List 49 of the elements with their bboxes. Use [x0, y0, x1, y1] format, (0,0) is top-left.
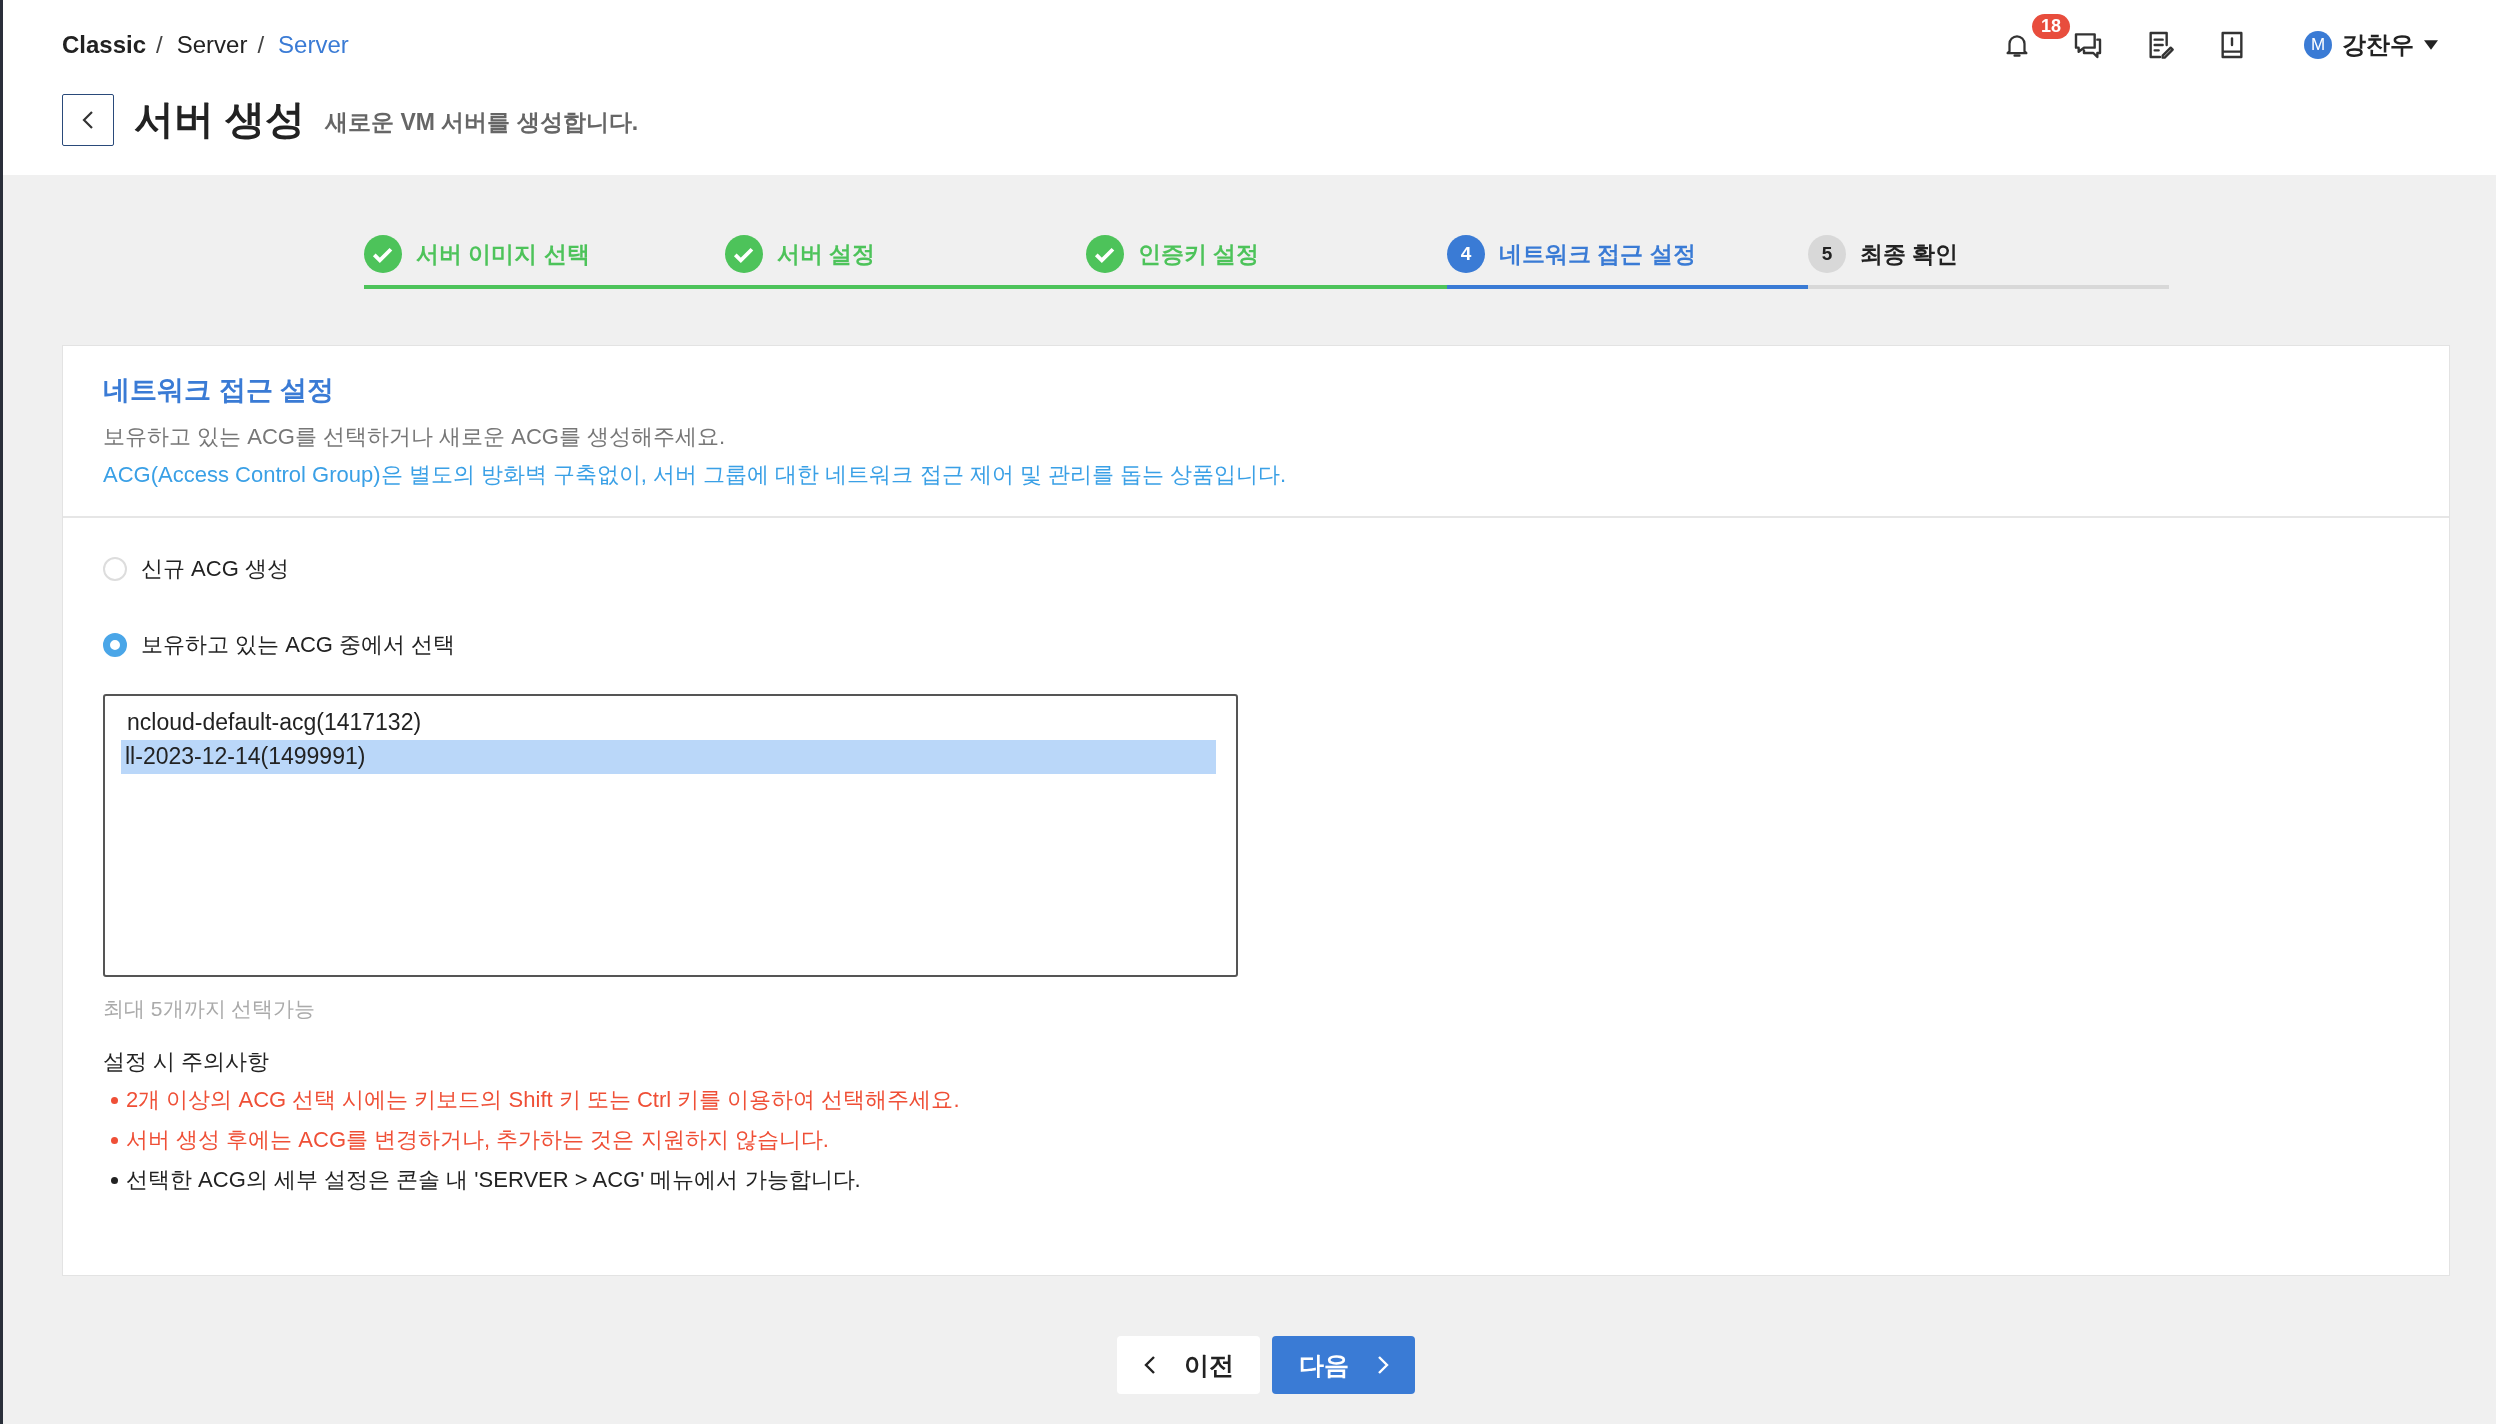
acg-listbox[interactable]: ncloud-default-acg(1417132) ll-2023-12-14(1499991) [103, 694, 1238, 977]
bullet-icon [111, 1176, 118, 1184]
step-label: 서버 이미지 선택 [416, 239, 590, 269]
page-title: 서버 생성 [134, 96, 306, 143]
caution-text: 2개 이상의 ACG 선택 시에는 키보드의 Shift 키 또는 Ctrl 키를 이용하여 선택해주세요. [126, 1086, 960, 1114]
bullet-icon [111, 1096, 118, 1104]
user-menu[interactable]: M 강찬우 [2304, 29, 2438, 61]
next-button[interactable]: 다음 [1272, 1336, 1415, 1394]
breadcrumb-link[interactable]: Classic [62, 31, 147, 59]
section-title: 네트워크 접근 설정 [103, 374, 335, 407]
radio-label: 신규 ACG 생성 [141, 555, 289, 583]
breadcrumb-separator: / [156, 31, 163, 59]
page-subtitle: 새로운 VM 서버를 생성합니다. [325, 108, 639, 137]
radio-label: 보유하고 있는 ACG 중에서 선택 [141, 631, 456, 659]
previous-button[interactable]: 이전 [1117, 1336, 1260, 1394]
check-circle-icon [1086, 235, 1124, 273]
section-info: ACG(Access Control Group)은 별도의 방화벽 구축없이, 서버 그룹에 대한 네트워크 접근 제어 및 관리를 돕는 상품입니다. [103, 461, 1288, 489]
radio-option[interactable]: 보유하고 있는 ACG 중에서 선택 [103, 630, 2409, 660]
step-tab[interactable]: 5 최종 확인 [1808, 227, 2169, 289]
step-number: 4 [1447, 235, 1485, 273]
notification-badge: 18 [2032, 14, 2071, 39]
caution-text: 선택한 ACG의 세부 설정은 콘솔 내 'SERVER > ACG' 메뉴에서 가능합니다. [126, 1166, 861, 1194]
step-tab[interactable]: 4 네트워크 접근 설정 [1447, 227, 1808, 289]
step-label: 최종 확인 [1860, 239, 1959, 269]
chevron-right-icon [1376, 1355, 1389, 1375]
check-circle-icon [364, 235, 402, 273]
back-button[interactable] [62, 93, 114, 146]
bullet-icon [111, 1136, 118, 1144]
section-description: 보유하고 있는 ACG를 선택하거나 새로운 ACG를 생성해주세요. [103, 423, 727, 451]
radio-button[interactable] [103, 633, 127, 657]
caution-text: 서버 생성 후에는 ACG를 변경하거나, 추가하는 것은 지원하지 않습니다. [126, 1126, 829, 1154]
step-label: 서버 설정 [777, 239, 876, 269]
breadcrumb-link[interactable]: Server [278, 31, 349, 59]
user-name: 강찬우 [2342, 30, 2414, 60]
chevron-left-icon [82, 109, 94, 130]
selection-hint: 최대 5개까지 선택가능 [103, 996, 317, 1022]
breadcrumb-link[interactable]: Server [176, 31, 248, 59]
acg-list-item[interactable]: ll-2023-12-14(1499991) [121, 740, 1216, 774]
step-label: 인증키 설정 [1138, 239, 1260, 269]
chevron-left-icon [1143, 1355, 1156, 1375]
step-label: 네트워크 접근 설정 [1499, 239, 1696, 269]
check-circle-icon [725, 235, 763, 273]
step-number: 5 [1808, 235, 1846, 273]
caution-title: 설정 시 주의사항 [103, 1048, 271, 1076]
acg-list-item[interactable]: ncloud-default-acg(1417132) [123, 706, 1216, 740]
breadcrumb-separator: / [257, 31, 265, 59]
radio-option[interactable]: 신규 ACG 생성 [103, 554, 2409, 584]
avatar: M [2304, 31, 2332, 59]
caret-icon [2424, 40, 2438, 50]
